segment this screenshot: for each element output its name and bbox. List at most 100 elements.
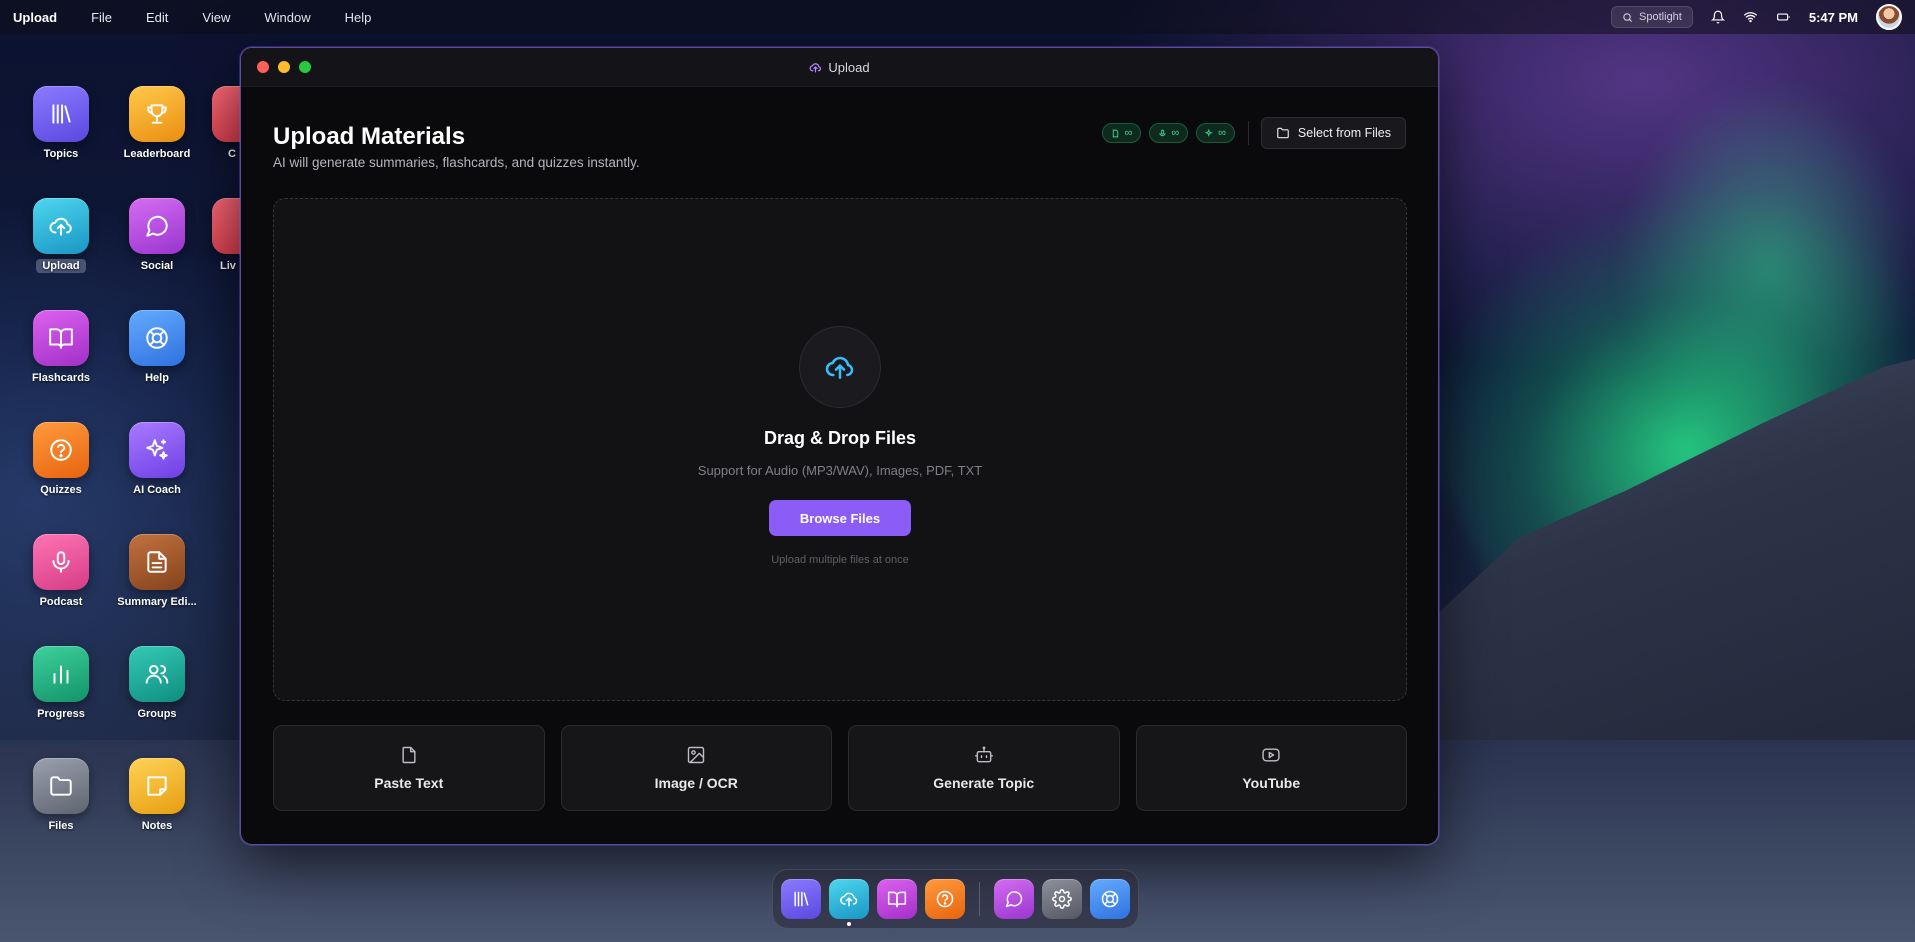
robot-icon bbox=[974, 746, 993, 763]
menu-edit[interactable]: Edit bbox=[146, 10, 168, 25]
desktop-icon-upload[interactable]: Upload bbox=[13, 198, 109, 273]
menubar-clock[interactable]: 5:47 PM bbox=[1809, 10, 1858, 25]
dock-separator bbox=[979, 882, 980, 916]
usage-badge-ai: ∞ bbox=[1196, 123, 1235, 143]
desktop-icon-label: Groups bbox=[137, 708, 177, 720]
dropzone-hint: Upload multiple files at once bbox=[771, 554, 909, 566]
dock-help[interactable] bbox=[1090, 879, 1130, 919]
desktop-icon-quizzes[interactable]: Quizzes bbox=[13, 422, 109, 497]
desktop-icon-notes[interactable]: Notes bbox=[109, 758, 205, 833]
desktop-icon-label: Leaderboard bbox=[123, 148, 191, 160]
youtube-button[interactable]: YouTube bbox=[1135, 725, 1407, 811]
desktop-icon-flashcards[interactable]: Flashcards bbox=[13, 310, 109, 385]
dropzone-title: Drag & Drop Files bbox=[763, 428, 917, 448]
note-icon bbox=[129, 758, 185, 814]
file-icon bbox=[402, 746, 416, 764]
youtube-icon bbox=[1262, 748, 1280, 762]
desktop-icon-files[interactable]: Files bbox=[13, 758, 109, 833]
desktop-icon-help[interactable]: Help bbox=[109, 310, 205, 385]
cloud-upload-icon bbox=[825, 356, 854, 379]
bell-icon[interactable] bbox=[1710, 10, 1725, 24]
library-icon bbox=[794, 891, 809, 907]
battery-icon[interactable] bbox=[1776, 10, 1791, 24]
header-divider bbox=[1248, 121, 1249, 145]
page-subtitle: AI will generate summaries, flashcards, … bbox=[273, 155, 640, 170]
desktop-icon-label: Podcast bbox=[39, 596, 83, 608]
dock-topics[interactable] bbox=[781, 879, 821, 919]
dock bbox=[772, 869, 1139, 929]
select-from-files-button[interactable]: Select from Files bbox=[1260, 117, 1406, 149]
gear-icon bbox=[1052, 889, 1072, 909]
page-header: Upload Materials AI will generate summar… bbox=[273, 87, 1406, 207]
dropzone-subtitle: Support for Audio (MP3/WAV), Images, PDF… bbox=[697, 463, 983, 478]
app-menu-name[interactable]: Upload bbox=[13, 10, 57, 25]
image-ocr-button[interactable]: Image / OCR bbox=[560, 725, 832, 811]
spotlight-search[interactable]: Spotlight bbox=[1611, 6, 1693, 28]
desktop-icon-label: Flashcards bbox=[31, 372, 91, 384]
desktop-icon-label: AI Coach bbox=[133, 484, 181, 496]
zoom-button[interactable] bbox=[299, 61, 311, 73]
chat-icon bbox=[129, 198, 185, 254]
menu-bar: Upload File Edit View Window Help Spotli… bbox=[0, 0, 1915, 34]
folder-icon bbox=[1277, 127, 1289, 139]
paste-text-button[interactable]: Paste Text bbox=[273, 725, 545, 811]
desktop-icon-label: Upload bbox=[36, 259, 86, 273]
drop-zone[interactable]: Drag & Drop Files Support for Audio (MP3… bbox=[273, 198, 1407, 701]
dock-quizzes[interactable] bbox=[925, 879, 965, 919]
sparkles-icon bbox=[129, 422, 185, 478]
menu-window[interactable]: Window bbox=[264, 10, 310, 25]
chat-icon bbox=[1005, 891, 1023, 908]
page-title: Upload Materials bbox=[273, 123, 466, 150]
avatar[interactable] bbox=[1876, 4, 1902, 30]
usage-badge-docs: ∞ bbox=[1102, 123, 1142, 143]
desktop-icon-label: Liv bbox=[220, 260, 236, 272]
desktop-icon-podcast[interactable]: Podcast bbox=[13, 534, 109, 609]
generate-topic-button[interactable]: Generate Topic bbox=[848, 725, 1120, 811]
menu-help[interactable]: Help bbox=[345, 10, 372, 25]
window-title: Upload bbox=[828, 59, 870, 75]
file-icon bbox=[1113, 129, 1119, 137]
desktop-icon-progress[interactable]: Progress bbox=[13, 646, 109, 721]
cloud-upload-icon bbox=[840, 892, 858, 907]
trophy-icon bbox=[129, 86, 185, 142]
dock-upload[interactable] bbox=[829, 879, 869, 926]
desktop-icon-label: Quizzes bbox=[40, 484, 82, 496]
window-titlebar[interactable]: Upload bbox=[241, 48, 1438, 87]
book-icon bbox=[887, 891, 907, 908]
microphone-icon bbox=[1159, 129, 1166, 136]
desktop-icon-label: C bbox=[228, 148, 236, 160]
desktop-icon-label: Help bbox=[145, 372, 169, 384]
question-icon bbox=[33, 422, 89, 478]
library-icon bbox=[33, 86, 89, 142]
desktop-icon-ai-coach[interactable]: AI Coach bbox=[109, 422, 205, 497]
dock-flashcards[interactable] bbox=[877, 879, 917, 919]
spotlight-placeholder: Spotlight bbox=[1639, 11, 1682, 23]
search-icon bbox=[1623, 12, 1633, 22]
close-button[interactable] bbox=[257, 61, 269, 73]
upload-cloud-badge bbox=[799, 326, 881, 408]
document-icon bbox=[129, 534, 185, 590]
desktop-icon-label: Files bbox=[48, 820, 74, 832]
desktop-icon-social[interactable]: Social bbox=[109, 198, 205, 273]
desktop-icon-leaderboard[interactable]: Leaderboard bbox=[109, 86, 205, 161]
desktop-icon-summary-editor[interactable]: Summary Edi... bbox=[109, 534, 205, 609]
desktop-icon-label: Progress bbox=[37, 708, 85, 720]
minimize-button[interactable] bbox=[278, 61, 290, 73]
desktop-icon-label: Summary Edi... bbox=[117, 596, 197, 608]
cloud-upload-icon bbox=[810, 62, 822, 72]
cloud-upload-icon bbox=[33, 198, 89, 254]
image-icon bbox=[688, 746, 705, 764]
sparkles-icon bbox=[1205, 128, 1213, 137]
lifebuoy-icon bbox=[129, 310, 185, 366]
desktop-icon-groups[interactable]: Groups bbox=[109, 646, 205, 721]
dock-social[interactable] bbox=[994, 879, 1034, 919]
browse-files-button[interactable]: Browse Files bbox=[769, 500, 911, 536]
desktop-icon-topics[interactable]: Topics bbox=[13, 86, 109, 161]
upload-window: Upload Upload Materials AI will generate… bbox=[240, 47, 1439, 845]
menu-view[interactable]: View bbox=[202, 10, 230, 25]
dock-settings[interactable] bbox=[1042, 879, 1082, 919]
menu-file[interactable]: File bbox=[91, 10, 112, 25]
wifi-icon[interactable] bbox=[1743, 10, 1758, 24]
desktop-icon-label: Topics bbox=[43, 148, 79, 160]
bar-chart-icon bbox=[33, 646, 89, 702]
